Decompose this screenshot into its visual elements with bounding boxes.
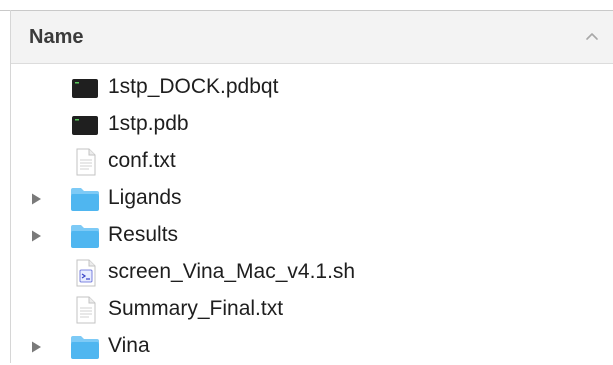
column-header-label: Name — [29, 26, 84, 48]
chevron-up-icon[interactable] — [583, 28, 601, 46]
text-file-icon — [76, 148, 96, 176]
terminal-file-icon — [72, 116, 98, 135]
text-file-icon — [76, 296, 96, 324]
file-name: Vina — [108, 334, 150, 357]
file-name: screen_Vina_Mac_v4.1.sh — [108, 260, 356, 283]
shell-script-icon — [76, 259, 96, 287]
file-row[interactable]: 1stp_DOCK.pdbqt — [11, 69, 613, 106]
folder-row[interactable]: Ligands — [11, 180, 613, 217]
terminal-file-icon — [72, 79, 98, 98]
file-row[interactable]: Summary_Final.txt — [11, 291, 613, 328]
file-name: Results — [108, 223, 179, 246]
folder-row[interactable]: Results — [11, 217, 613, 254]
file-row[interactable]: conf.txt — [11, 143, 613, 180]
file-name: Ligands — [108, 186, 182, 209]
column-header-name[interactable]: Name — [11, 11, 613, 64]
folder-icon — [71, 188, 99, 211]
disclosure-triangle-icon[interactable] — [29, 340, 43, 354]
disclosure-triangle-icon[interactable] — [29, 192, 43, 206]
file-row[interactable]: 1stp.pdb — [11, 106, 613, 143]
file-name: 1stp_DOCK.pdbqt — [108, 75, 279, 98]
file-name: 1stp.pdb — [108, 112, 189, 135]
file-name: conf.txt — [108, 149, 176, 172]
finder-list-view: Name 1stp_DOCK.pdbqt 1stp.pdb conf.txt L… — [0, 0, 613, 363]
disclosure-triangle-icon[interactable] — [29, 229, 43, 243]
file-name: Summary_Final.txt — [108, 297, 284, 320]
folder-icon — [71, 225, 99, 248]
folder-icon — [71, 336, 99, 359]
folder-row[interactable]: Vina — [11, 328, 613, 365]
file-row[interactable]: screen_Vina_Mac_v4.1.sh — [11, 254, 613, 291]
